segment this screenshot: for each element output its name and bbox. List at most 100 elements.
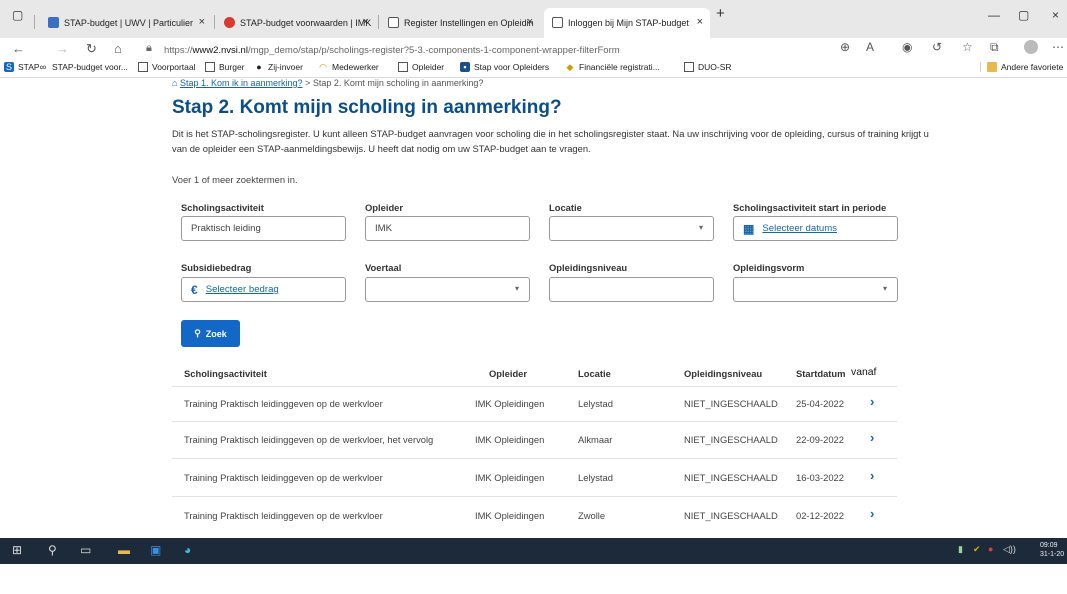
breadcrumb-current: Stap 2. Komt mijn scholing in aanmerking…: [312, 78, 484, 88]
file-explorer-icon[interactable]: ▬: [118, 543, 130, 557]
tab-register[interactable]: Register Instellingen en Opleidin ×: [380, 8, 540, 38]
address-bar[interactable]: 🔒︎ https://www2.nvsi.nl/mgp_demo/stap/p/…: [142, 41, 920, 59]
refresh-icon[interactable]: ↻: [86, 41, 97, 57]
filter-label-subsidiebedrag: Subsidiebedrag: [181, 262, 252, 273]
battery-icon[interactable]: ▮: [958, 544, 963, 555]
cell-opleider: IMK Opleidingen: [475, 434, 545, 445]
system-clock[interactable]: 09:09 31-1-20: [1040, 541, 1064, 559]
chevron-right-icon[interactable]: ›: [870, 506, 874, 521]
close-tab-icon[interactable]: ×: [697, 16, 703, 28]
cell-niveau: NIET_INGESCHAALD: [684, 434, 778, 445]
chevron-right-icon[interactable]: ›: [870, 394, 874, 409]
locatie-select[interactable]: ▾: [549, 216, 714, 241]
checkmark-icon[interactable]: ✔: [973, 544, 981, 555]
bookmark-duo-sr[interactable]: DUO-SR: [684, 62, 732, 72]
cell-activiteit: Training Praktisch leidinggeven op de we…: [184, 510, 383, 521]
extension-icon[interactable]: ◉: [902, 40, 912, 54]
tab-label: Register Instellingen en Opleidin: [404, 18, 534, 28]
cell-niveau: NIET_INGESCHAALD: [684, 510, 778, 521]
bookmark-financiele-registratie[interactable]: ◆ Financiële registrati...: [565, 62, 660, 72]
page-icon: [398, 62, 408, 72]
bookmark-opleider[interactable]: Opleider: [398, 62, 444, 72]
bookmark-zij-invoer[interactable]: ● Zij-invoer: [254, 62, 303, 72]
outlook-icon[interactable]: ▣: [150, 543, 161, 557]
bookmark-burger[interactable]: Burger: [205, 62, 245, 72]
refresh-extension-icon[interactable]: ↺: [932, 40, 942, 54]
bookmark-stap[interactable]: S STAP: [4, 62, 40, 72]
chevron-right-icon[interactable]: ›: [870, 430, 874, 445]
profile-avatar[interactable]: [1024, 40, 1038, 54]
zoom-icon[interactable]: ⊕: [840, 40, 850, 54]
close-tab-icon[interactable]: ×: [363, 16, 369, 28]
cell-startdatum: 25-04-2022: [796, 398, 844, 409]
bookmark-voorportaal[interactable]: Voorportaal: [138, 62, 195, 72]
home-icon[interactable]: ⌂: [114, 41, 122, 56]
more-menu-icon[interactable]: ⋯: [1052, 40, 1064, 54]
filter-label-periode: Scholingsactiviteit start in periode: [733, 202, 887, 213]
close-tab-icon[interactable]: ×: [199, 16, 205, 28]
opleidingsniveau-input[interactable]: [549, 277, 714, 302]
minimize-button[interactable]: —: [988, 8, 1000, 22]
tab-label: STAP-budget | UWV | Particulier: [64, 18, 194, 28]
tab-label: Inloggen bij Mijn STAP-budget: [568, 18, 689, 28]
clock-date: 31-1-20: [1040, 551, 1065, 558]
other-favorites-folder[interactable]: Andere favoriete: [980, 62, 1063, 72]
bookmark-medewerker[interactable]: ◠ Medewerker: [318, 62, 379, 72]
cell-opleider: IMK Opleidingen: [475, 472, 545, 483]
collections-icon[interactable]: ⧉: [990, 40, 999, 55]
site-icon: ▪: [460, 62, 470, 72]
page-title: Stap 2. Komt mijn scholing in aanmerking…: [172, 97, 562, 118]
chevron-right-icon[interactable]: ›: [870, 468, 874, 483]
favorites-icon[interactable]: ☆: [962, 40, 973, 54]
breadcrumb-link-stap1[interactable]: Stap 1. Kom ik in aanmerking?: [180, 78, 303, 88]
tab-inloggen[interactable]: Inloggen bij Mijn STAP-budget ×: [544, 8, 710, 38]
opleider-input[interactable]: IMK: [365, 216, 530, 241]
tab-stap-voorwaarden[interactable]: STAP-budget voorwaarden | IMK ×: [216, 8, 376, 38]
volume-icon[interactable]: ◁)): [1003, 544, 1016, 555]
cell-locatie: Lelystad: [578, 472, 613, 483]
read-aloud-icon[interactable]: A: [866, 40, 874, 54]
bookmark-label: Opleider: [412, 62, 445, 72]
imk-logo-icon: [224, 17, 235, 28]
cell-locatie: Alkmaar: [578, 434, 613, 445]
periode-picker[interactable]: ▦ Selecteer datums: [733, 216, 898, 241]
bookmark-label: Stap voor Opleiders: [474, 62, 550, 72]
bookmark-label: STAP: [18, 62, 40, 72]
security-icon[interactable]: ●: [988, 544, 993, 554]
windows-taskbar: ⊞ ⚲ ▭ ▬ ▣ ◕ ▮ ✔ ● ◁)) 09:09 31-1-20: [0, 538, 1067, 564]
search-icon: ⚲: [194, 328, 201, 338]
bookmark-stap-voor-opleiders[interactable]: ▪ Stap voor Opleiders: [460, 62, 549, 72]
finance-icon: ◆: [566, 62, 574, 72]
selecteer-bedrag-link[interactable]: Selecteer bedrag: [206, 284, 279, 295]
input-value: IMK: [375, 223, 393, 234]
opleidingsvorm-select[interactable]: ▾: [733, 277, 898, 302]
home-icon[interactable]: ⌂: [172, 78, 177, 88]
calendar-icon: ▦: [743, 221, 755, 236]
voertaal-select[interactable]: ▾: [365, 277, 530, 302]
url-path: /mgp_demo/stap/p/scholings-register?5-3.…: [247, 44, 620, 56]
back-icon[interactable]: ←: [12, 41, 25, 56]
edge-page-icon: [48, 17, 59, 28]
tab-stap-uwv[interactable]: STAP-budget | UWV | Particulier ×: [40, 8, 212, 38]
bookmark-stap-budget[interactable]: ∞ STAP-budget voor...: [38, 62, 128, 72]
tab-actions-icon[interactable]: ▢: [12, 8, 23, 22]
scholingsactiviteit-input[interactable]: Praktisch leiding: [181, 216, 346, 241]
column-header-vanaf: vanaf: [851, 367, 877, 378]
subsidiebedrag-picker[interactable]: € Selecteer bedrag: [181, 277, 346, 302]
close-tab-icon[interactable]: ×: [527, 16, 533, 28]
zoek-button[interactable]: ⚲ Zoek: [181, 320, 240, 347]
cell-niveau: NIET_INGESCHAALD: [684, 472, 778, 483]
edge-icon[interactable]: ◕: [184, 543, 191, 557]
search-icon[interactable]: ⚲: [48, 543, 57, 557]
chevron-down-icon: ▾: [882, 284, 887, 293]
close-window-button[interactable]: ×: [1052, 8, 1059, 22]
task-view-icon[interactable]: ▭: [80, 543, 91, 557]
maximize-button[interactable]: ▢: [1018, 8, 1029, 22]
cell-locatie: Lelystad: [578, 398, 613, 409]
cell-opleider: IMK Opleidingen: [475, 398, 545, 409]
windows-start-icon[interactable]: ⊞: [12, 543, 22, 557]
forward-icon[interactable]: →: [56, 41, 69, 56]
new-tab-button[interactable]: +: [716, 5, 725, 22]
bookmark-label: Voorportaal: [152, 62, 196, 72]
selecteer-datums-link[interactable]: Selecteer datums: [762, 223, 837, 234]
